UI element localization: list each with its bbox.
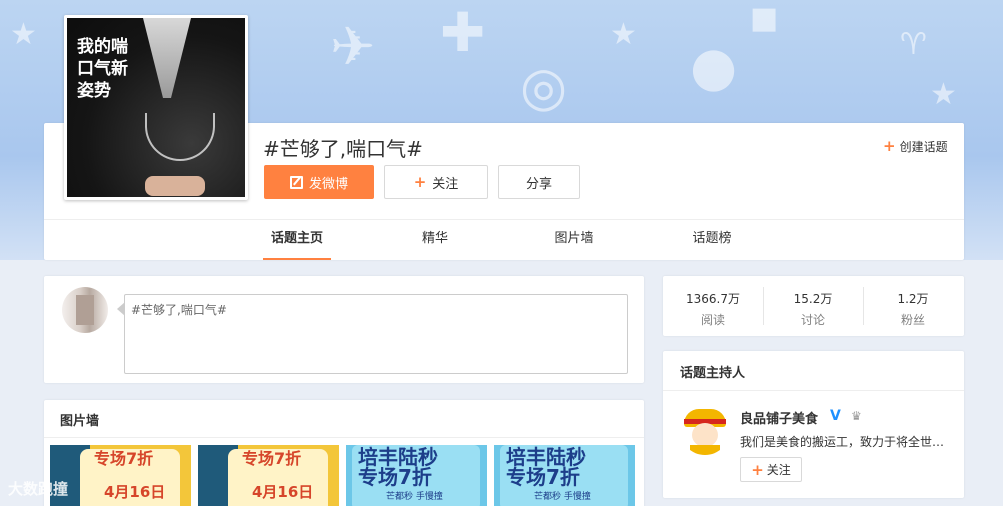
thumbnail-note: 芒都秒 手慢撞 <box>534 492 591 502</box>
crown-icon: ♛ <box>851 409 862 423</box>
stat-fans-value: 1.2万 <box>897 292 929 306</box>
stat-discussions-label: 讨论 <box>800 313 825 327</box>
topic-tabs: 话题主页 精华 图片墙 话题榜 <box>44 219 964 260</box>
thumbnail-caption: 专场7折 <box>242 449 302 468</box>
verified-badge-icon: V <box>830 408 841 424</box>
host-section-title: 话题主持人 <box>680 366 746 381</box>
host-name-link[interactable]: 良品铺子美食 <box>740 408 818 427</box>
picture-thumbnail[interactable]: 培丰陆秒 专场7折 芒都秒 手慢撞 <box>346 445 487 506</box>
divider <box>663 390 964 391</box>
star-decoration-icon: ★ <box>930 77 957 112</box>
thumbnail-note: 芒都秒 手慢撞 <box>386 492 443 502</box>
post-composer-input[interactable] <box>124 294 628 374</box>
stat-fans: 1.2万 粉丝 <box>863 290 963 328</box>
topic-title: #芒够了,喘口气# <box>263 137 423 161</box>
follow-topic-button[interactable]: + 关注 <box>384 165 488 199</box>
watermark-text: 大数跑撞 <box>8 480 69 498</box>
follow-host-label: 关注 <box>766 463 791 477</box>
tab-topic-home[interactable]: 话题主页 <box>263 220 331 260</box>
star-decoration-icon: ★ <box>610 17 637 52</box>
share-label: 分享 <box>525 176 552 192</box>
stat-reads-value: 1366.7万 <box>686 292 740 306</box>
post-weibo-button[interactable]: 发微博 <box>264 165 374 199</box>
puzzle-decoration-icon: ✚ <box>440 1 486 64</box>
host-description: 我们是美食的搬运工，致力于将全世… <box>740 435 945 449</box>
circle-decoration-icon: ● <box>690 35 738 98</box>
thumbnail-date: 4月16日 <box>104 483 166 501</box>
star-decoration-icon: ★ <box>10 17 37 52</box>
thumbnail-date: 4月16日 <box>252 483 314 501</box>
follow-label: 关注 <box>432 176 459 192</box>
thumbnail-caption: 专场7折 <box>94 449 154 468</box>
divider <box>44 437 644 438</box>
aries-decoration-icon: ♈ <box>900 27 927 62</box>
thumbnail-subcaption: 专场7折 <box>506 465 580 489</box>
stat-reads-label: 阅读 <box>700 313 725 327</box>
host-avatar[interactable] <box>680 405 730 455</box>
picture-thumbnail[interactable]: 专场7折 4月16日 <box>50 445 191 506</box>
edit-icon <box>289 175 303 189</box>
stat-discussions-value: 15.2万 <box>793 292 833 306</box>
plus-icon: + <box>413 173 427 191</box>
picture-wall-title: 图片墙 <box>60 414 100 429</box>
picture-thumbnail[interactable]: 培丰陆秒 专场7折 芒都秒 手慢撞 <box>494 445 635 506</box>
create-topic-link[interactable]: + 创建话题 <box>883 137 948 155</box>
rocket-decoration-icon: ✈ <box>330 15 376 78</box>
picture-thumbnail[interactable]: 专场7折 4月16日 <box>198 445 339 506</box>
post-weibo-label: 发微博 <box>308 176 348 192</box>
swirl-decoration-icon: ◎ <box>520 55 568 118</box>
square-decoration-icon: ■ <box>750 1 779 36</box>
tab-highlights[interactable]: 精华 <box>410 220 460 260</box>
stat-fans-label: 粉丝 <box>900 313 925 327</box>
tab-picture-wall[interactable]: 图片墙 <box>544 220 604 260</box>
plus-icon: + <box>883 137 896 155</box>
stat-discussions: 15.2万 讨论 <box>763 290 863 328</box>
tab-topic-rank[interactable]: 话题榜 <box>682 220 742 260</box>
cover-caption: 我的喘口气新姿势 <box>77 37 128 101</box>
share-button[interactable]: 分享 <box>498 165 580 199</box>
follow-host-button[interactable]: + 关注 <box>740 457 802 482</box>
stat-reads: 1366.7万 阅读 <box>663 290 763 328</box>
create-topic-label: 创建话题 <box>899 139 948 154</box>
user-avatar[interactable] <box>62 287 108 333</box>
plus-icon: + <box>751 460 764 479</box>
topic-cover-image: 我的喘口气新姿势 <box>64 15 248 200</box>
thumbnail-subcaption: 专场7折 <box>358 465 432 489</box>
